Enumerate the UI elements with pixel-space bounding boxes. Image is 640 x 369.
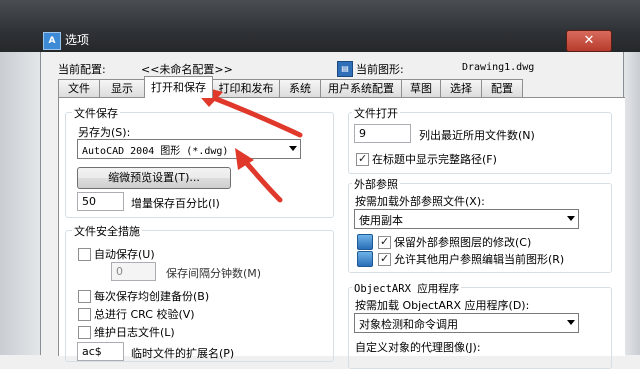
temp-extension-label: 临时文件的扩展名(P) — [131, 347, 235, 360]
objectarx-demand-load-dropdown[interactable]: 对象检测和命令调用 — [354, 313, 579, 333]
show-full-path-label: 在标题中显示完整路径(F) — [372, 153, 497, 166]
retain-layer-changes-checkbox[interactable] — [378, 235, 391, 249]
retain-layer-changes-label: 保留外部参照图层的修改(C) — [394, 236, 532, 249]
objectarx-demand-load-label: 按需加载 ObjectARX 应用程序(D): — [355, 299, 530, 312]
chevron-down-icon — [567, 216, 575, 221]
xref-title: 外部参照 — [352, 176, 400, 192]
chevron-down-icon — [567, 320, 575, 325]
tab-plot-and-publish[interactable]: 打印和发布 — [212, 79, 280, 97]
save-as-dropdown[interactable]: AutoCAD 2004 图形 (*.dwg) — [77, 139, 301, 159]
save-interval-label: 保存间隔分钟数(M) — [166, 267, 262, 280]
save-interval-value: 0 — [116, 265, 123, 278]
allow-refedit-label: 允许其他用户参照编辑当前图形(R) — [394, 253, 565, 266]
current-drawing-value: Drawing1.dwg — [462, 62, 535, 73]
tab-open-and-save[interactable]: 打开和保存 — [144, 76, 213, 98]
temp-extension-value: ac$ — [82, 345, 102, 358]
current-profile-label: 当前配置: — [58, 63, 106, 76]
tab-selection[interactable]: 选择 — [440, 79, 482, 97]
incremental-save-value: 50 — [82, 195, 96, 208]
maintain-log-checkbox[interactable] — [78, 326, 91, 339]
autosave-checkbox[interactable] — [78, 248, 91, 261]
recent-files-count-label: 列出最近所用文件数(N) — [419, 129, 535, 142]
tab-profiles[interactable]: 配置 — [481, 79, 523, 97]
system-variable-icon — [357, 251, 373, 267]
chevron-down-icon — [289, 146, 297, 151]
objectarx-title: ObjectARX 应用程序 — [352, 281, 462, 296]
tab-display[interactable]: 显示 — [99, 79, 145, 97]
file-save-title: 文件保存 — [72, 105, 120, 121]
tab-drafting[interactable]: 草图 — [401, 79, 441, 97]
xref-demand-load-dropdown[interactable]: 使用副本 — [354, 209, 579, 229]
show-full-path-checkbox[interactable] — [356, 152, 369, 166]
current-profile-value: <<未命名配置>> — [141, 63, 233, 76]
drawing-file-icon: ▤ — [337, 61, 353, 77]
xref-demand-load-value: 使用副本 — [359, 214, 403, 227]
tab-user-preferences[interactable]: 用户系统配置 — [320, 79, 402, 97]
file-open-title: 文件打开 — [352, 105, 400, 121]
current-drawing-label: 当前图形: — [356, 63, 404, 76]
incremental-save-input[interactable]: 50 — [77, 192, 124, 211]
thumbnail-preview-settings-button[interactable]: 缩微预览设置(T)... — [77, 167, 231, 189]
window-frame-right — [624, 52, 640, 355]
proxy-images-label: 自定义对象的代理图像(J): — [355, 341, 481, 354]
objectarx-demand-load-value: 对象检测和命令调用 — [359, 318, 458, 331]
close-button[interactable]: ✕ — [566, 30, 612, 52]
create-backup-checkbox[interactable] — [78, 290, 91, 303]
incremental-save-label: 增量保存百分比(I) — [131, 197, 220, 210]
window-title: 选项 — [65, 33, 90, 47]
save-as-value: AutoCAD 2004 图形 (*.dwg) — [82, 146, 229, 157]
crc-check-label: 总进行 CRC 校验(V) — [94, 308, 195, 321]
file-safety-title: 文件安全措施 — [72, 223, 142, 239]
recent-files-count-input[interactable]: 9 — [354, 124, 411, 143]
window-frame-left — [0, 52, 40, 355]
tab-system[interactable]: 系统 — [279, 79, 321, 97]
allow-refedit-checkbox[interactable] — [378, 252, 391, 266]
crc-check-checkbox[interactable] — [78, 308, 91, 321]
create-backup-label: 每次保存均创建备份(B) — [94, 290, 210, 303]
tab-files[interactable]: 文件 — [58, 79, 100, 97]
app-icon: A — [43, 32, 61, 50]
title-bar — [0, 0, 640, 52]
temp-extension-input[interactable]: ac$ — [77, 342, 124, 361]
maintain-log-label: 维护日志文件(L) — [94, 326, 175, 339]
save-interval-input[interactable]: 0 — [111, 262, 156, 281]
save-as-label: 另存为(S): — [78, 126, 131, 139]
system-variable-icon — [357, 234, 373, 250]
recent-files-count-value: 9 — [359, 127, 366, 140]
autosave-label: 自动保存(U) — [94, 248, 155, 261]
xref-demand-load-label: 按需加载外部参照文件(X): — [355, 195, 485, 208]
